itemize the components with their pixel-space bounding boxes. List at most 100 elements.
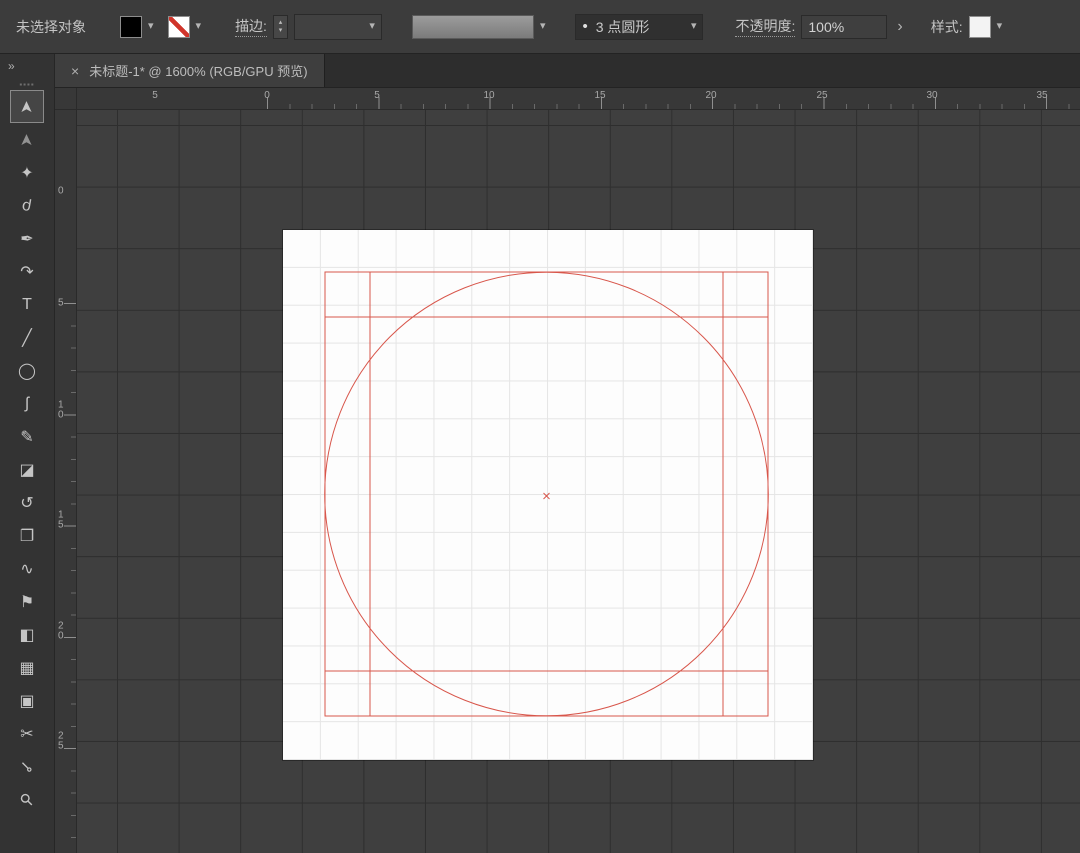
- panel-grip[interactable]: ▪▪▪▪: [0, 78, 54, 90]
- zoom-tool-icon: ⚲: [17, 789, 38, 811]
- pasteboard[interactable]: [77, 110, 1080, 853]
- tool-graph-tool[interactable]: ▦: [10, 651, 44, 684]
- tool-shape-builder-tool[interactable]: ◧: [10, 618, 44, 651]
- tab-close-icon[interactable]: ×: [71, 63, 79, 79]
- ruler-left-number: 0: [58, 185, 64, 197]
- tool-line-tool[interactable]: ╱: [10, 321, 44, 354]
- brush-name: 3 点圆形: [595, 18, 650, 35]
- tool-paintbrush-tool[interactable]: ʃ: [10, 387, 44, 420]
- ruler-top-number: 35: [1036, 90, 1048, 101]
- eraser-tool-icon: ◪: [19, 461, 35, 479]
- line-tool-icon: ╱: [22, 329, 32, 347]
- tool-ellipse-tool[interactable]: ◯: [10, 354, 44, 387]
- guide-artwork: [324, 271, 769, 717]
- style-chevron-down-icon[interactable]: ▾: [997, 21, 1003, 32]
- brush-tip-icon: •: [582, 18, 588, 35]
- ellipse-tool-icon: ◯: [18, 362, 36, 380]
- style-label: 样式:: [930, 18, 963, 35]
- options-bar: 未选择对象 ▾ ▾ 描边: ▴ ▾ ▾ ▾ • 3 点圆形 ▾ 不透明度: ›: [0, 0, 1080, 54]
- variable-width-profile-preview[interactable]: [411, 14, 534, 39]
- ruler-top[interactable]: 5 0 5 10 15 20 25 30 35: [77, 88, 1080, 110]
- tool-curvature-tool[interactable]: ↷: [10, 255, 44, 288]
- no-selection-label: 未选择对象: [16, 18, 86, 35]
- document-area: × 未标题-1* @ 1600% (RGB/GPU 预览) 5 0 5 10 15 20 2…: [55, 54, 1080, 853]
- curvature-tool-icon: ↷: [20, 263, 34, 281]
- paintbrush-tool-icon: ʃ: [25, 394, 29, 412]
- tab-title: 未标题-1* @ 1600% (RGB/GPU 预览): [89, 64, 308, 79]
- selection-tool-icon: ➤: [19, 99, 36, 114]
- ruler-top-number: 15: [594, 90, 606, 101]
- tool-eyedropper-tool[interactable]: ⊸: [10, 750, 44, 783]
- tool-puppet-warp-tool[interactable]: ⚑: [10, 585, 44, 618]
- profile-chevron-down-icon[interactable]: ▾: [540, 21, 546, 32]
- stroke-chevron-down-icon[interactable]: ▾: [196, 21, 202, 32]
- ruler-left-number: 2 5: [58, 730, 64, 751]
- fill-chevron-down-icon[interactable]: ▾: [148, 21, 154, 32]
- document-tab-bar: × 未标题-1* @ 1600% (RGB/GPU 预览): [55, 54, 1080, 88]
- tool-direct-selection-tool[interactable]: ➤: [10, 123, 44, 156]
- lasso-tool-icon: ρ: [20, 196, 33, 216]
- toolbar: ➤ ➤ ✦ ρ ✒ ↷ T ╱ ◯ ʃ ✎ ◪ ↺ ❐ ∿ ⚑ ◧ ▦ ▣ ✂ ⊸ ⚲: [0, 90, 54, 816]
- tool-zoom-tool[interactable]: ⚲: [10, 783, 44, 816]
- chevron-down-icon: ▾: [369, 20, 375, 32]
- pencil-tool-icon: ✎: [20, 428, 34, 446]
- ruler-top-number: 5: [374, 90, 380, 101]
- ruler-left-number: 1 5: [58, 509, 64, 530]
- artboard-tool-icon: ▣: [19, 692, 35, 710]
- width-tool-icon: ∿: [20, 560, 34, 578]
- puppet-warp-tool-icon: ⚑: [19, 593, 35, 611]
- direct-selection-tool-icon: ➤: [19, 132, 36, 147]
- tool-slice-tool[interactable]: ✂: [10, 717, 44, 750]
- tool-magic-wand-tool[interactable]: ✦: [10, 156, 44, 189]
- opacity-input[interactable]: [801, 14, 888, 39]
- ruler-left-number: 2 0: [58, 620, 64, 641]
- ruler-left-number: 1 0: [58, 399, 64, 420]
- tool-lasso-tool[interactable]: ρ: [10, 189, 44, 222]
- scale-tool-icon: ❐: [19, 527, 35, 545]
- tools-panel: » ▪▪▪▪ ➤ ➤ ✦ ρ ✒ ↷ T ╱ ◯ ʃ ✎ ◪ ↺ ❐ ∿ ⚑ ◧ ▦ ▣ ✂ ⊸ ⚲: [0, 54, 55, 853]
- brush-definition-dropdown[interactable]: • 3 点圆形 ▾: [575, 13, 704, 40]
- brush-chevron-down-icon: ▾: [690, 20, 697, 32]
- magic-wand-tool-icon: ✦: [20, 164, 34, 182]
- ruler-top-number: 20: [705, 90, 717, 101]
- panel-collapse-icon[interactable]: »: [8, 59, 15, 73]
- ruler-corner[interactable]: [55, 88, 77, 110]
- tool-pen-tool[interactable]: ✒: [10, 222, 44, 255]
- fill-color-swatch[interactable]: [120, 15, 142, 38]
- ruler-left[interactable]: 0 5 1 0 1 5 2 0 2 5: [55, 110, 77, 853]
- tool-eraser-tool[interactable]: ◪: [10, 453, 44, 486]
- ruler-top-number: 5: [152, 90, 158, 101]
- stroke-weight-dropdown[interactable]: ▾: [293, 13, 382, 40]
- type-tool-icon: T: [22, 295, 32, 313]
- tool-type-tool[interactable]: T: [10, 288, 44, 321]
- pen-tool-icon: ✒: [20, 230, 34, 248]
- artboard[interactable]: [283, 230, 813, 760]
- ruler-top-number: 10: [483, 90, 495, 101]
- eyedropper-tool-icon: ⊸: [15, 756, 38, 778]
- tool-width-tool[interactable]: ∿: [10, 552, 44, 585]
- opacity-label[interactable]: 不透明度:: [735, 16, 796, 37]
- tool-scale-tool[interactable]: ❐: [10, 519, 44, 552]
- stroke-weight-stepper[interactable]: ▴ ▾: [272, 14, 288, 39]
- stepper-down-icon[interactable]: ▾: [279, 27, 283, 35]
- opacity-more-chevron-icon[interactable]: ›: [893, 18, 906, 36]
- document-tab[interactable]: × 未标题-1* @ 1600% (RGB/GPU 预览): [55, 54, 325, 87]
- ruler-top-number: 25: [816, 90, 828, 101]
- guide-square: [324, 271, 769, 717]
- style-swatch[interactable]: [968, 15, 991, 38]
- ruler-top-number: 30: [926, 90, 938, 101]
- tool-selection-tool[interactable]: ➤: [10, 90, 44, 123]
- graph-tool-icon: ▦: [19, 659, 35, 677]
- tool-artboard-tool[interactable]: ▣: [10, 684, 44, 717]
- stroke-weight-label[interactable]: 描边:: [235, 16, 267, 37]
- ruler-left-number: 5: [58, 297, 64, 309]
- rotate-tool-icon: ↺: [20, 494, 34, 512]
- stepper-up-icon[interactable]: ▴: [279, 19, 283, 27]
- stroke-color-swatch[interactable]: [167, 15, 190, 38]
- slice-tool-icon: ✂: [20, 725, 34, 743]
- canvas-area: 5 0 5 10 15 20 25 30 35 051 01 52 02 5: [55, 88, 1080, 853]
- shape-builder-tool-icon: ◧: [19, 626, 35, 644]
- tool-pencil-tool[interactable]: ✎: [10, 420, 44, 453]
- tool-rotate-tool[interactable]: ↺: [10, 486, 44, 519]
- guide-circle: [324, 271, 769, 717]
